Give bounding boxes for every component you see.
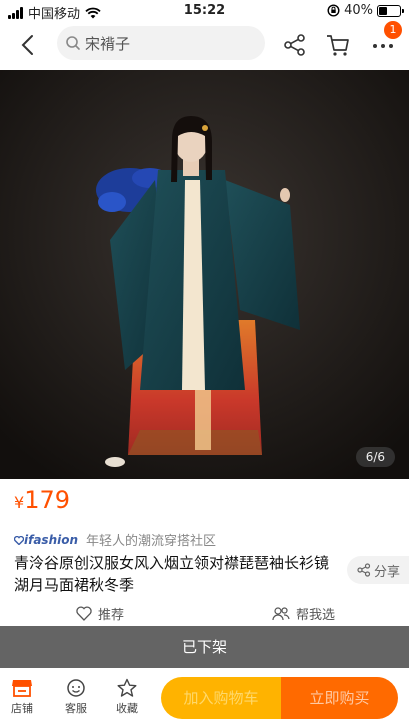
- ifashion-logo: ifashion: [13, 532, 79, 547]
- hanfu-model-photo: [0, 70, 409, 479]
- community-text: 年轻人的潮流穿搭社区: [86, 534, 217, 549]
- recommendation-row: 推荐 帮我选: [0, 604, 409, 626]
- battery-icon: [377, 4, 404, 17]
- back-icon[interactable]: [14, 31, 42, 59]
- help-choose-button[interactable]: 帮我选: [272, 604, 335, 623]
- currency-symbol: ¥: [14, 493, 25, 512]
- heart-logo-icon: [13, 535, 25, 545]
- service-label: 客服: [65, 702, 87, 715]
- favorite-label: 收藏: [116, 702, 138, 715]
- star-icon: [117, 678, 137, 697]
- off-shelf-banner: 已下架: [0, 626, 409, 668]
- battery-percent: 40%: [344, 3, 373, 18]
- customer-service-icon: [67, 679, 85, 697]
- nav-bar: 宋褙子: [0, 22, 409, 68]
- search-bar[interactable]: 宋褙子: [57, 26, 265, 60]
- community-tag[interactable]: ifashion 年轻人的潮流穿搭社区: [13, 530, 217, 549]
- share-icon[interactable]: [282, 32, 308, 58]
- product-image[interactable]: 6/6: [0, 70, 409, 479]
- image-counter: 6/6: [355, 447, 395, 467]
- search-icon: [66, 36, 80, 50]
- recommend-button[interactable]: 推荐: [76, 604, 124, 623]
- price: ¥179: [14, 486, 70, 514]
- favorite-tab[interactable]: 收藏: [107, 678, 147, 716]
- buy-now-button[interactable]: 立即购买: [281, 677, 398, 719]
- price-value: 179: [24, 486, 70, 514]
- ifashion-brand: ifashion: [24, 532, 79, 547]
- help-choose-label: 帮我选: [296, 608, 336, 623]
- share-icon: [357, 563, 371, 577]
- bottom-action-bar: 店铺 客服 收藏 加入购物车 立即购买: [0, 668, 409, 728]
- store-icon: [12, 680, 32, 697]
- people-icon: [272, 607, 290, 621]
- recommend-label: 推荐: [98, 608, 125, 623]
- heart-icon: [76, 606, 92, 621]
- service-tab[interactable]: 客服: [56, 678, 96, 716]
- cart-badge: 1: [384, 21, 402, 39]
- product-title: 青泠谷原创汉服女风入烟立领对襟琵琶袖长衫镜湖月马面裙秋冬季: [14, 554, 330, 594]
- share-label: 分享: [374, 564, 401, 580]
- add-to-cart-button[interactable]: 加入购物车: [161, 677, 281, 719]
- cart-icon[interactable]: [325, 32, 351, 58]
- store-tab[interactable]: 店铺: [2, 678, 42, 716]
- status-bar: 中国移动 15:22 40%: [0, 0, 409, 22]
- rotation-lock-icon: [327, 4, 340, 17]
- search-input[interactable]: 宋褙子: [85, 33, 130, 54]
- share-button[interactable]: 分享: [347, 556, 409, 584]
- store-label: 店铺: [11, 702, 33, 715]
